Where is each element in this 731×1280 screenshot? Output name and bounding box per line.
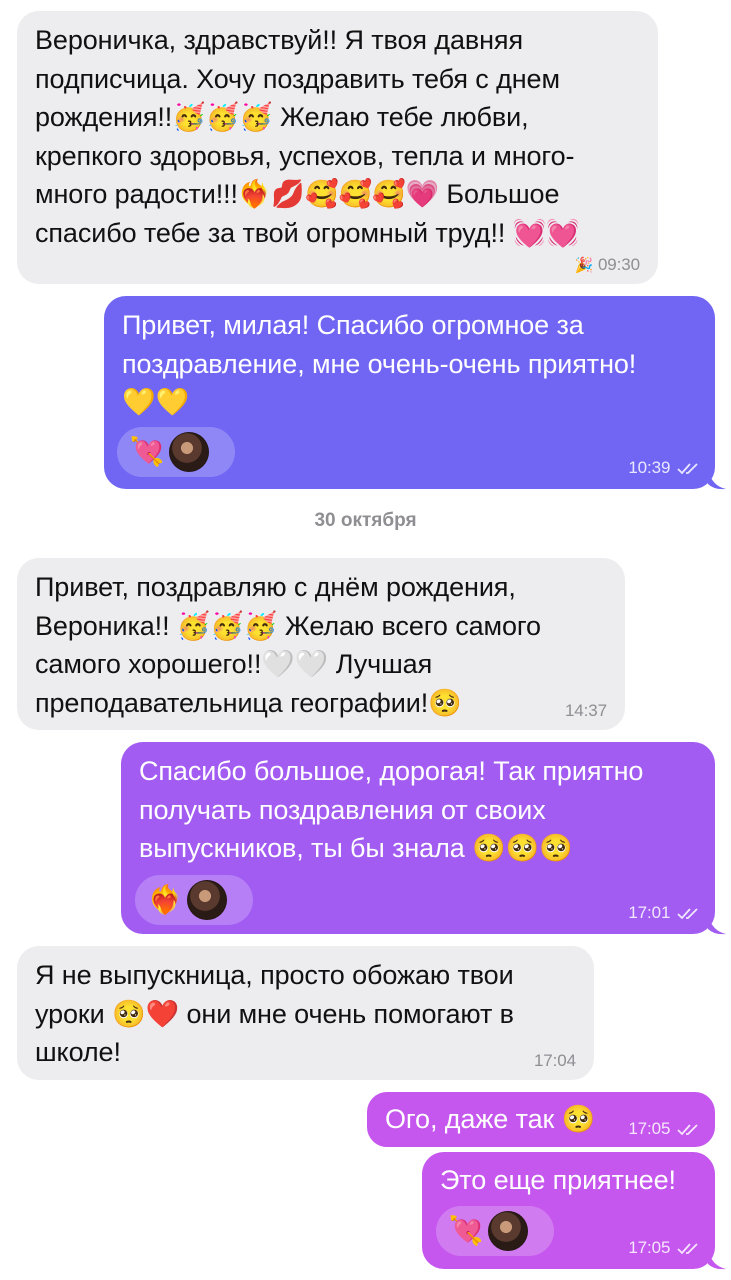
reactions-bar[interactable]: ❤️‍🔥 [135, 875, 253, 925]
message-time: 17:01 [628, 903, 671, 922]
heart-arrow-icon[interactable]: 💘 [448, 1212, 484, 1251]
double-check-icon [677, 1242, 698, 1254]
bubble-tail [708, 915, 726, 935]
message-meta: 🎉 09:30 [575, 255, 640, 275]
message-text: Это еще приятнее! [440, 1165, 676, 1195]
avatar[interactable] [488, 1211, 528, 1251]
avatar[interactable] [169, 432, 209, 472]
message-bubble-outgoing[interactable]: Это еще приятнее! 💘 17:05 [422, 1152, 715, 1269]
message-meta: 17:05 [628, 1238, 701, 1258]
message-bubble-incoming[interactable]: Вероничка, здравствуй!! Я твоя давняя по… [17, 11, 658, 284]
message-bubble-outgoing[interactable]: Привет, милая! Спасибо огромное за поздр… [104, 296, 715, 489]
reactions-bar[interactable]: 💘 [436, 1206, 554, 1256]
message-time: 17:04 [533, 1051, 576, 1070]
message-bubble-outgoing[interactable]: Спасибо большое, дорогая! Так приятно по… [121, 742, 715, 934]
message-time: 14:37 [564, 701, 607, 720]
message-meta: 17:01 [628, 903, 701, 923]
message-meta: 17:04 [534, 1051, 576, 1071]
bubble-tail [708, 470, 726, 490]
message-bubble-outgoing[interactable]: Ого, даже так 🥺 17:05 [367, 1092, 715, 1147]
heart-on-fire-icon[interactable]: ❤️‍🔥 [147, 881, 183, 920]
reactions-bar[interactable]: 💘 [117, 427, 235, 477]
party-popper-icon: 🎉 [574, 256, 594, 274]
message-text: Вероничка, здравствуй!! Я твоя давняя по… [35, 25, 580, 248]
date-separator: 30 октября [314, 510, 417, 531]
double-check-icon [677, 907, 698, 919]
message-time: 10:39 [628, 458, 671, 477]
message-bubble-incoming[interactable]: Привет, поздравляю с днём рождения, Веро… [17, 558, 625, 730]
message-text: Привет, милая! Спасибо огромное за поздр… [122, 310, 637, 417]
message-text: Я не выпускница, просто обожаю твои урок… [35, 960, 514, 1067]
message-bubble-incoming[interactable]: Я не выпускница, просто обожаю твои урок… [17, 946, 594, 1080]
double-check-icon [677, 462, 698, 474]
message-meta: 10:39 [628, 458, 701, 478]
heart-arrow-icon[interactable]: 💘 [129, 433, 165, 472]
message-time: 17:05 [628, 1238, 671, 1257]
avatar[interactable] [187, 880, 227, 920]
message-text: Спасибо большое, дорогая! Так приятно по… [139, 756, 644, 863]
bubble-tail [708, 1250, 726, 1270]
message-time: 17:05 [628, 1119, 671, 1138]
message-text: Привет, поздравляю с днём рождения, Веро… [35, 572, 541, 718]
message-time: 09:30 [597, 255, 640, 274]
message-meta: 14:37 [565, 701, 607, 721]
message-meta: 17:05 [628, 1119, 701, 1139]
double-check-icon [677, 1123, 698, 1135]
